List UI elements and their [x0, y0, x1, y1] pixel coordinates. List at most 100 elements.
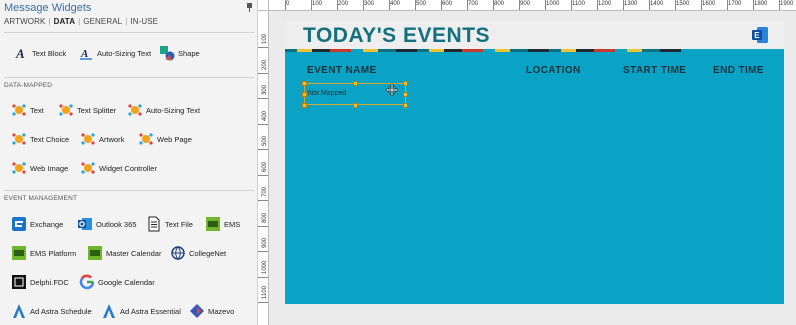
text-block-icon: A: [13, 45, 29, 61]
widget-data-text[interactable]: Text: [11, 102, 44, 118]
widget-ad-astra-schedule[interactable]: Ad Astra Schedule: [11, 303, 92, 319]
web-page-icon: [138, 131, 154, 147]
stripe-segment: [495, 49, 510, 52]
horizontal-ruler[interactable]: 0 100 200 300 400 500 600 700 800 900 1000 1100 1200…: [269, 0, 796, 11]
svg-text:A: A: [80, 48, 88, 60]
widget-ems-platform[interactable]: EMS Platform: [11, 245, 76, 261]
ruler-tick: [467, 0, 468, 10]
ruler-tick: [519, 0, 520, 10]
ruler-label: 700: [262, 186, 268, 197]
ruler-label: 1500: [676, 1, 690, 7]
ruler-tick: [258, 302, 268, 303]
ruler-label: 800: [262, 212, 268, 223]
column-header-end-time[interactable]: END TIME: [713, 65, 764, 76]
widget-auto-sizing-text[interactable]: A Auto-Sizing Text: [78, 45, 151, 61]
ruler-tick: [493, 0, 494, 10]
pin-icon[interactable]: [246, 3, 253, 12]
ruler-label: 1100: [262, 286, 268, 299]
resize-handle[interactable]: [403, 103, 408, 108]
section-event-management: EVENT MANAGEMENT: [4, 195, 78, 202]
widget-exchange[interactable]: Exchange: [11, 216, 63, 232]
widget-ad-astra-essential[interactable]: Ad Astra Essential: [101, 303, 181, 319]
resize-handle[interactable]: [302, 92, 307, 97]
stripe-segment: [312, 49, 330, 52]
stripe-segment: [396, 49, 417, 52]
resize-handle[interactable]: [403, 81, 408, 86]
widget-text-block[interactable]: A Text Block: [13, 45, 66, 61]
widget-ems[interactable]: EMS: [205, 216, 240, 232]
widget-text-splitter[interactable]: Text Splitter: [58, 102, 116, 118]
widget-collegenet[interactable]: CollegeNet: [170, 245, 226, 261]
ruler-label: 1700: [728, 1, 742, 7]
data-auto-sizing-text-icon: [127, 102, 143, 118]
ruler-tick: [545, 0, 546, 10]
ruler-tick: [311, 0, 312, 10]
widget-web-image[interactable]: Web Image: [11, 160, 68, 176]
text-splitter-icon: [58, 102, 74, 118]
widget-text-choice[interactable]: Text Choice: [11, 131, 69, 147]
stripe-segment: [627, 49, 642, 52]
resize-handle[interactable]: [403, 92, 408, 97]
outlook-icon: [77, 216, 93, 232]
resize-handle[interactable]: [353, 103, 358, 108]
tab-data[interactable]: DATA: [54, 17, 75, 26]
ruler-label: 1100: [572, 1, 585, 7]
title-banner[interactable]: TODAY'S EVENTS E: [285, 21, 784, 49]
google-calendar-icon: [79, 274, 95, 290]
column-header-event-name[interactable]: EVENT NAME: [307, 65, 377, 76]
slide-canvas[interactable]: TODAY'S EVENTS E EVENT NAME LOCATION STA…: [285, 21, 784, 304]
tab-general[interactable]: GENERAL: [83, 17, 122, 26]
ruler-label: 900: [520, 1, 531, 7]
slide-title[interactable]: TODAY'S EVENTS: [303, 24, 490, 48]
stripe-segment: [642, 49, 660, 52]
ruler-label: 1600: [702, 1, 716, 7]
shape-icon: [159, 45, 175, 61]
stripe-segment: [510, 49, 528, 52]
ems-icon: [205, 216, 221, 232]
resize-handle[interactable]: [353, 81, 358, 86]
ruler-tick: [441, 0, 442, 10]
widget-outlook-365[interactable]: Outlook 365: [77, 216, 136, 232]
tab-artwork[interactable]: ARTWORK: [4, 17, 45, 26]
tab-in-use[interactable]: IN-USE: [130, 17, 158, 26]
stripe-segment: [462, 49, 483, 52]
ruler-label: 300: [262, 84, 268, 95]
exchange-logo-icon[interactable]: E: [751, 26, 769, 44]
widget-master-calendar[interactable]: Master Calendar: [87, 245, 161, 261]
stripe-segment: [576, 49, 594, 52]
artwork-icon: [80, 131, 96, 147]
widget-delphi-fdc[interactable]: Delphi.FDC: [11, 274, 69, 290]
ruler-label: 600: [442, 1, 453, 7]
widget-google-calendar[interactable]: Google Calendar: [79, 274, 155, 290]
svg-text:A: A: [15, 46, 25, 61]
column-header-location[interactable]: LOCATION: [526, 65, 581, 76]
widget-web-page[interactable]: Web Page: [138, 131, 192, 147]
ruler-label: 300: [364, 1, 375, 7]
divider: [4, 77, 254, 78]
web-image-icon: [11, 160, 27, 176]
widget-value[interactable]: Not Mapped: [308, 90, 346, 97]
widget-artwork[interactable]: Artwork: [80, 131, 124, 147]
stripe-segment: [285, 49, 297, 52]
ruler-tick: [389, 0, 390, 10]
widget-data-auto-sizing-text[interactable]: Auto-Sizing Text: [127, 102, 200, 118]
ruler-tick: [258, 200, 268, 201]
widget-mazevo[interactable]: Mazevo: [189, 303, 234, 319]
text-choice-icon: [11, 131, 27, 147]
divider: [4, 32, 254, 33]
ruler-tick: [363, 0, 364, 10]
column-header-start-time[interactable]: START TIME: [623, 65, 686, 76]
delphi-fdc-icon: [11, 274, 27, 290]
stripe-segment: [615, 49, 627, 52]
widget-shape[interactable]: Shape: [159, 45, 200, 61]
resize-handle[interactable]: [302, 103, 307, 108]
ruler-label: 700: [468, 1, 479, 7]
ruler-tick: [415, 0, 416, 10]
ruler-tick: [258, 98, 268, 99]
widget-text-file[interactable]: Text File: [146, 216, 193, 232]
widget-widget-controller[interactable]: Widget Controller: [80, 160, 157, 176]
mazevo-icon: [189, 303, 205, 319]
stripe-segment: [528, 49, 549, 52]
resize-handle[interactable]: [302, 81, 307, 86]
vertical-ruler[interactable]: 100 200 300 400 500 600 700 800 900 1000 1100: [258, 11, 269, 325]
